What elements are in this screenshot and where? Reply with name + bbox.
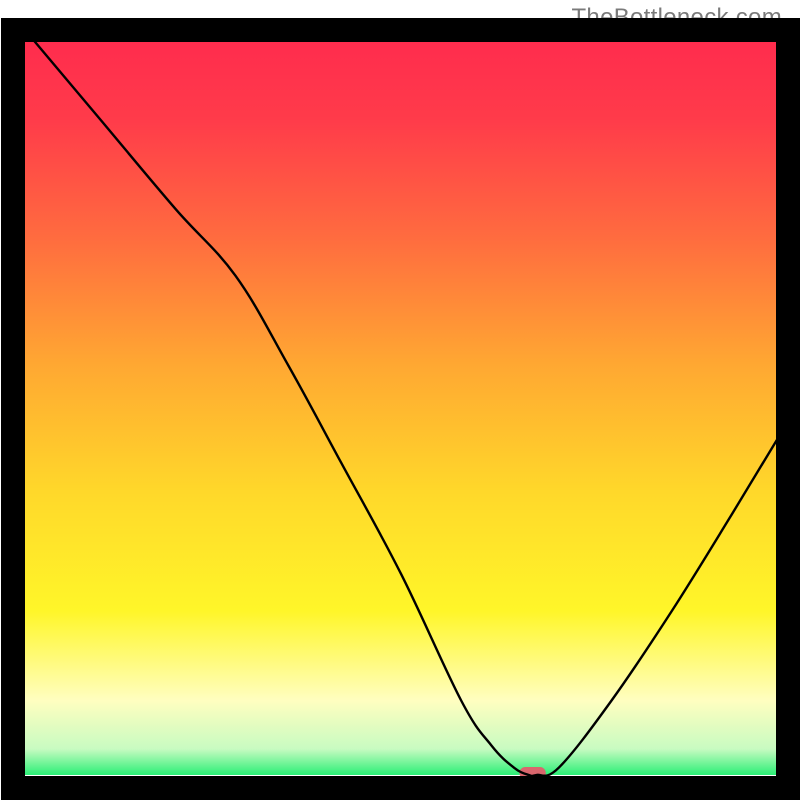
bottleneck-plot <box>0 0 800 800</box>
gradient-background <box>25 30 777 775</box>
chart-stage: TheBottleneck.com <box>0 0 800 800</box>
